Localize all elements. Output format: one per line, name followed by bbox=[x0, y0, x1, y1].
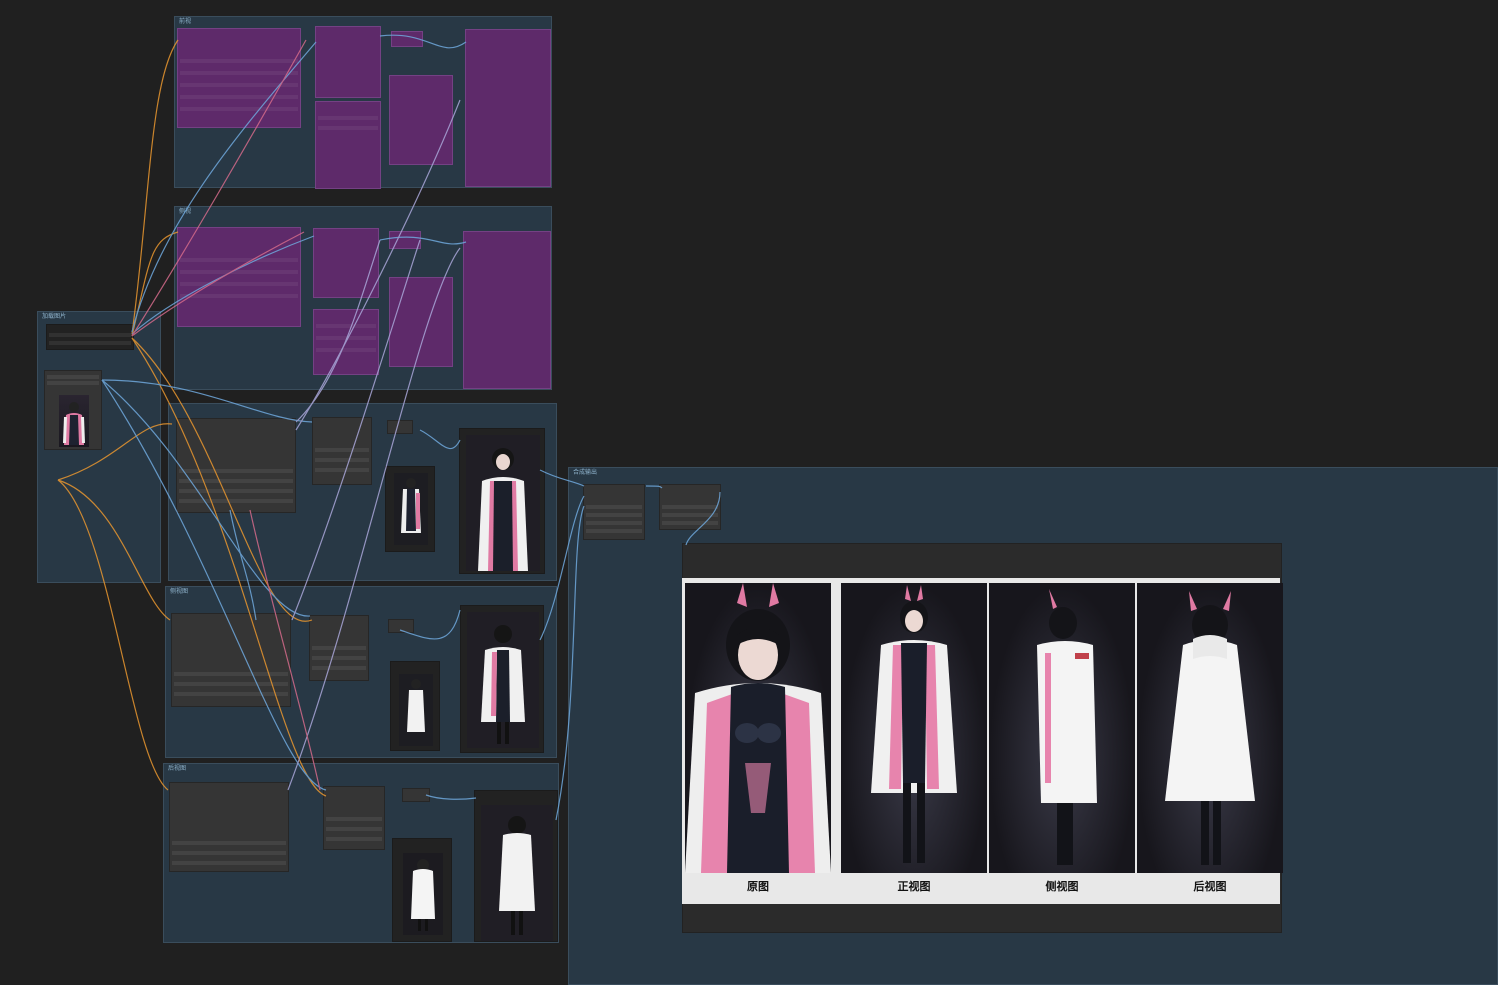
panel-label-side: 侧视图 bbox=[1045, 880, 1079, 893]
group-second[interactable]: 侧视 bbox=[174, 206, 552, 390]
node-graph-canvas[interactable]: 前视 侧视 加载图片 侧视图 后视图 合成输出 原图 正视图 侧视图 后视图 bbox=[0, 0, 1498, 985]
sampler-node[interactable] bbox=[315, 26, 381, 98]
panel-label-original: 原图 bbox=[747, 880, 769, 893]
group-title: 侧视图 bbox=[170, 588, 189, 595]
generated-image-thumbnail bbox=[403, 853, 443, 935]
front-view-panel bbox=[841, 583, 987, 873]
preview-node[interactable] bbox=[463, 231, 551, 389]
load-image-node[interactable] bbox=[44, 370, 102, 450]
back-view-panel bbox=[1137, 583, 1283, 873]
group-top[interactable]: 前视 bbox=[174, 16, 552, 189]
generated-image-thumbnail bbox=[466, 435, 540, 571]
original-image-panel bbox=[685, 583, 831, 873]
group-title: 合成输出 bbox=[573, 469, 598, 476]
conditioning-node[interactable] bbox=[309, 615, 369, 681]
conditioning-node[interactable] bbox=[315, 101, 381, 189]
preview-node[interactable] bbox=[474, 790, 558, 942]
preview-node[interactable] bbox=[459, 428, 545, 574]
image-node[interactable] bbox=[389, 277, 453, 367]
panel-label-back: 后视图 bbox=[1193, 880, 1227, 893]
panel-label-front: 正视图 bbox=[897, 880, 931, 893]
generated-image-thumbnail bbox=[394, 473, 428, 545]
group-title: 加载图片 bbox=[42, 313, 67, 320]
side-view-panel bbox=[989, 583, 1135, 873]
group-title: 前视 bbox=[179, 18, 192, 25]
image-concat-node[interactable] bbox=[583, 484, 645, 540]
vae-decode-node[interactable] bbox=[391, 31, 423, 47]
conditioning-node[interactable] bbox=[313, 309, 379, 375]
sampler-node[interactable] bbox=[176, 418, 296, 513]
group-back-view[interactable]: 后视图 bbox=[163, 763, 559, 943]
vae-decode-node[interactable] bbox=[402, 788, 430, 802]
image-node[interactable] bbox=[389, 75, 453, 165]
sampler-node[interactable] bbox=[171, 613, 291, 707]
wire bbox=[131, 39, 179, 335]
sampler-node[interactable] bbox=[313, 228, 379, 298]
group-title: 后视图 bbox=[168, 765, 187, 772]
group-title: 侧视 bbox=[179, 208, 192, 215]
group-front-view[interactable] bbox=[168, 403, 557, 581]
character-sheet-preview: 原图 正视图 侧视图 后视图 bbox=[682, 578, 1283, 904]
sampler-node[interactable] bbox=[169, 782, 289, 872]
conditioning-node[interactable] bbox=[323, 786, 385, 850]
image-node[interactable] bbox=[385, 466, 435, 552]
vae-decode-node[interactable] bbox=[387, 420, 413, 434]
generated-image-thumbnail bbox=[481, 805, 553, 941]
generated-image-thumbnail bbox=[467, 612, 539, 748]
generated-image-thumbnail bbox=[399, 674, 433, 746]
preview-node[interactable] bbox=[465, 29, 551, 187]
image-node[interactable] bbox=[390, 661, 440, 751]
loaded-image-thumbnail bbox=[59, 395, 89, 447]
vae-decode-node[interactable] bbox=[388, 619, 414, 633]
group-loader[interactable]: 加载图片 bbox=[37, 311, 161, 583]
group-side-view[interactable]: 侧视图 bbox=[165, 586, 557, 758]
prompt-node[interactable] bbox=[177, 227, 301, 327]
image-node[interactable] bbox=[392, 838, 452, 942]
prompt-node[interactable] bbox=[177, 28, 301, 128]
image-concat-node-2[interactable] bbox=[659, 484, 721, 530]
conditioning-node[interactable] bbox=[312, 417, 372, 485]
preview-node[interactable] bbox=[460, 605, 544, 753]
model-loader-node[interactable] bbox=[46, 324, 134, 350]
vae-decode-node[interactable] bbox=[389, 231, 421, 249]
